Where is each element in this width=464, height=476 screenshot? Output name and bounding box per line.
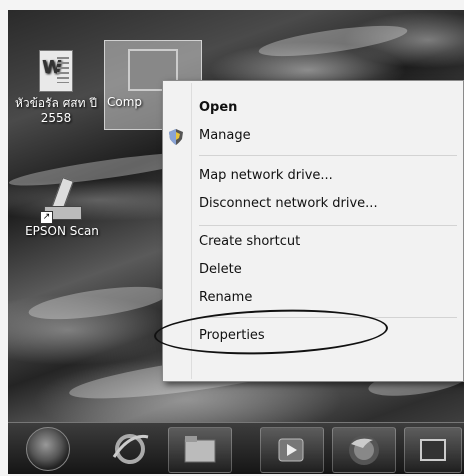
menu-item-disconnect-network-drive[interactable]: Disconnect network drive... bbox=[199, 193, 378, 215]
taskbar-button-firefox[interactable] bbox=[332, 427, 396, 473]
menu-item-rename[interactable]: Rename bbox=[199, 287, 252, 309]
menu-separator bbox=[199, 225, 457, 226]
taskbar-button-media[interactable] bbox=[260, 427, 324, 473]
menu-item-manage[interactable]: Manage bbox=[199, 125, 251, 147]
start-orb-icon[interactable] bbox=[26, 427, 70, 471]
desktop-icon-label: หัวข้อรัล ศสท ปี 2558 bbox=[15, 96, 97, 125]
file-explorer-icon bbox=[184, 436, 216, 463]
desktop-icon-label: EPSON Scan bbox=[25, 224, 99, 238]
shortcut-arrow-icon: ↗ bbox=[40, 211, 53, 224]
menu-item-delete[interactable]: Delete bbox=[199, 259, 242, 281]
rock-streak bbox=[26, 280, 170, 326]
rock-streak bbox=[257, 19, 409, 63]
word-document-icon bbox=[39, 50, 73, 92]
window-icon bbox=[420, 439, 446, 461]
firefox-icon bbox=[349, 435, 379, 465]
desktop-icon-document[interactable]: หัวข้อรัล ศสท ปี 2558 bbox=[8, 50, 104, 126]
menu-item-open[interactable]: Open bbox=[199, 97, 237, 119]
menu-item-create-shortcut[interactable]: Create shortcut bbox=[199, 231, 300, 253]
internet-explorer-icon bbox=[112, 434, 149, 464]
menu-item-map-network-drive[interactable]: Map network drive... bbox=[199, 165, 333, 187]
menu-separator bbox=[199, 155, 457, 156]
taskbar bbox=[8, 422, 464, 474]
media-player-icon bbox=[278, 438, 304, 462]
taskbar-button-window[interactable] bbox=[404, 427, 462, 473]
taskbar-button-browser[interactable] bbox=[102, 427, 158, 471]
uac-shield-icon bbox=[169, 129, 183, 145]
desktop-icon-epson-scan[interactable]: ↗ EPSON Scan bbox=[14, 177, 110, 239]
scanner-icon: ↗ bbox=[40, 177, 82, 224]
taskbar-button-explorer[interactable] bbox=[168, 427, 232, 473]
